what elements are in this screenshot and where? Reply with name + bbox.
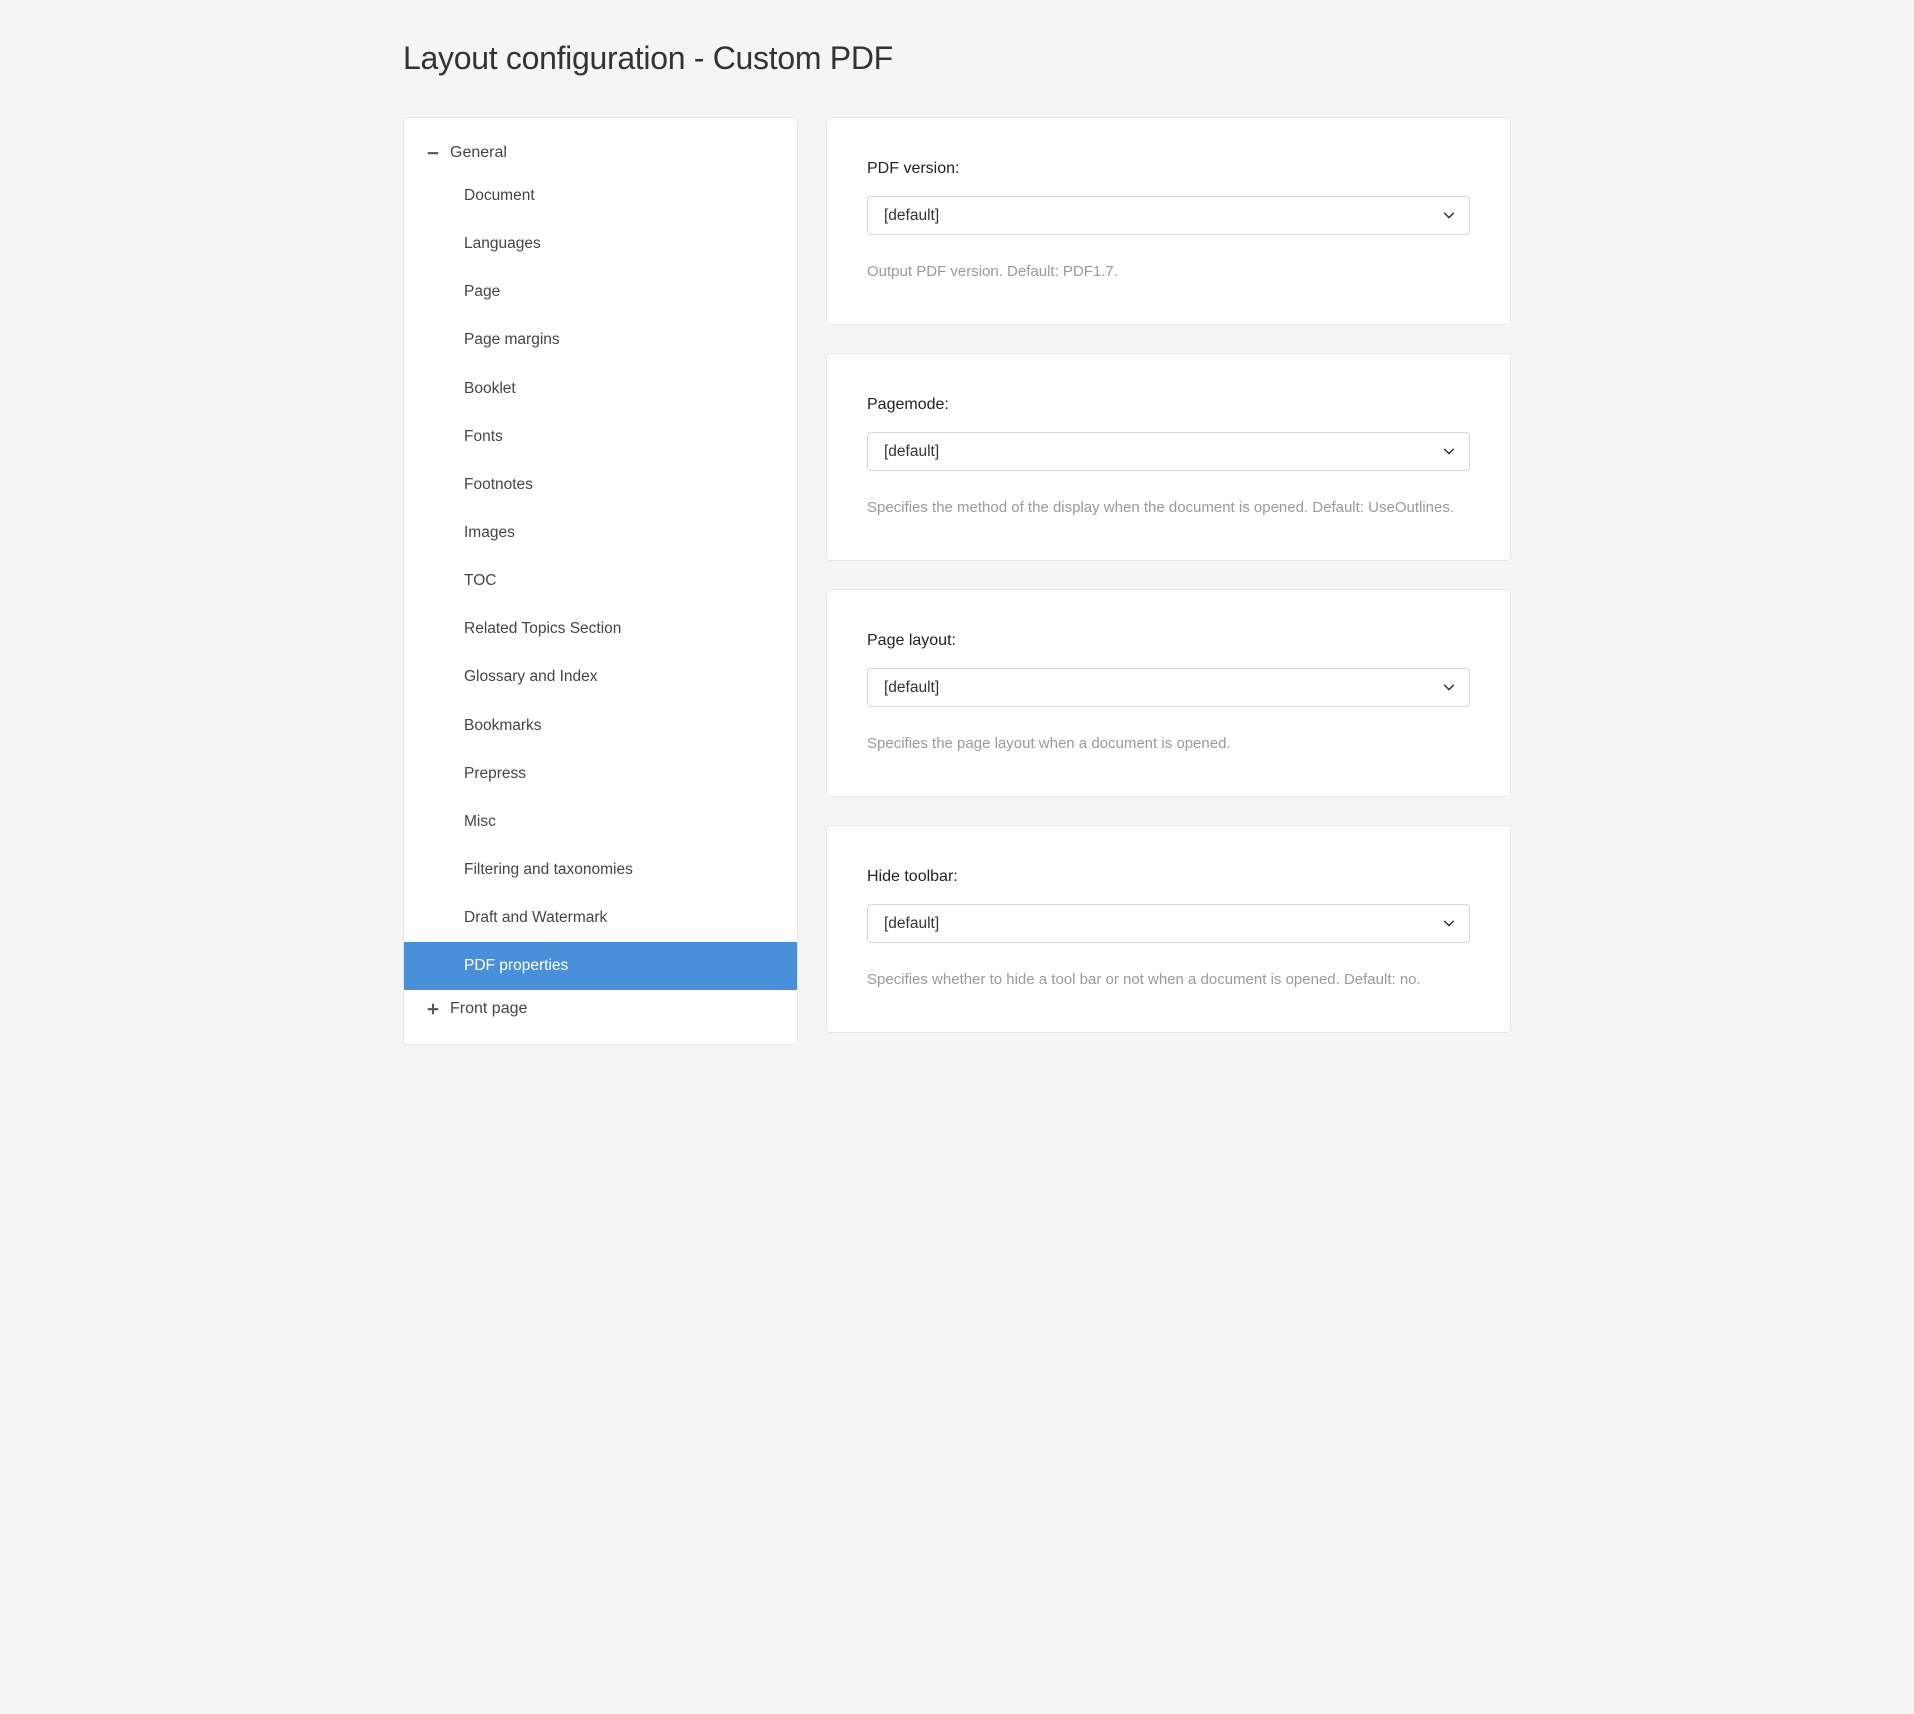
page-layout-select[interactable]: [default] (867, 668, 1470, 707)
tree-item-label: Page (464, 282, 500, 302)
field-label: PDF version: (867, 160, 1470, 178)
tree-item[interactable]: Document (404, 172, 797, 220)
tree-item-label: Prepress (464, 764, 526, 784)
tree-item-label: TOC (464, 571, 496, 591)
tree-item-label: Glossary and Index (464, 667, 598, 687)
field-label: Pagemode: (867, 396, 1470, 414)
main-content: PDF version: [default] Output PDF version.… (826, 117, 1511, 1033)
tree-item[interactable]: Fonts (404, 413, 797, 461)
tree-group-header[interactable]: Front page (404, 990, 797, 1028)
help-text: Specifies whether to hide a tool bar or … (867, 969, 1470, 990)
form-card-pdf-version: PDF version: [default] Output PDF version.… (826, 117, 1511, 325)
pagemode-select[interactable]: [default] (867, 432, 1470, 471)
tree-item-label: Fonts (464, 427, 503, 447)
tree-item[interactable]: Related Topics Section (404, 605, 797, 653)
tree-item-label: Footnotes (464, 475, 533, 495)
help-text: Output PDF version. Default: PDF1.7. (867, 261, 1470, 282)
tree-item[interactable]: Filtering and taxonomies (404, 846, 797, 894)
tree-item[interactable]: TOC (404, 557, 797, 605)
help-text: Specifies the method of the display when… (867, 497, 1470, 518)
tree-item-label: Draft and Watermark (464, 908, 607, 928)
tree-item[interactable]: Page margins (404, 316, 797, 364)
tree-item-label: Bookmarks (464, 716, 542, 736)
tree-item-label: Related Topics Section (464, 619, 621, 639)
help-text: Specifies the page layout when a documen… (867, 733, 1470, 754)
tree-item[interactable]: Booklet (404, 365, 797, 413)
field-label: Page layout: (867, 632, 1470, 650)
sidebar: General Document Languages Page Page margins… (403, 117, 798, 1045)
tree-item[interactable]: Prepress (404, 750, 797, 798)
tree-item-label: Document (464, 186, 535, 206)
tree-item-label: Booklet (464, 379, 516, 399)
tree-item-label: Filtering and taxonomies (464, 860, 633, 880)
tree-group-label: General (450, 144, 507, 162)
form-card-pagemode: Pagemode: [default] Specifies the method o… (826, 353, 1511, 561)
page-title: Layout configuration - Custom PDF (403, 40, 1511, 77)
tree-item[interactable]: Glossary and Index (404, 653, 797, 701)
tree-item[interactable]: PDF properties (404, 942, 797, 990)
tree-item[interactable]: Bookmarks (404, 702, 797, 750)
tree-item-label: Images (464, 523, 515, 543)
tree-item[interactable]: Misc (404, 798, 797, 846)
tree-item-label: Languages (464, 234, 541, 254)
tree-item[interactable]: Footnotes (404, 461, 797, 509)
tree-item[interactable]: Images (404, 509, 797, 557)
field-label: Hide toolbar: (867, 868, 1470, 886)
expand-icon (426, 1002, 442, 1016)
form-card-hide-toolbar: Hide toolbar: [default] Specifies whether … (826, 825, 1511, 1033)
tree-item-label: Page margins (464, 330, 560, 350)
tree-group-header[interactable]: General (404, 134, 797, 172)
tree-item[interactable]: Draft and Watermark (404, 894, 797, 942)
tree-item-label: Misc (464, 812, 496, 832)
collapse-icon (426, 146, 442, 160)
form-card-page-layout: Page layout: [default] Specifies the page … (826, 589, 1511, 797)
hide-toolbar-select[interactable]: [default] (867, 904, 1470, 943)
tree-item[interactable]: Page (404, 268, 797, 316)
tree-group-label: Front page (450, 1000, 527, 1018)
pdf-version-select[interactable]: [default] (867, 196, 1470, 235)
tree-item-label: PDF properties (464, 956, 568, 976)
tree-item[interactable]: Languages (404, 220, 797, 268)
